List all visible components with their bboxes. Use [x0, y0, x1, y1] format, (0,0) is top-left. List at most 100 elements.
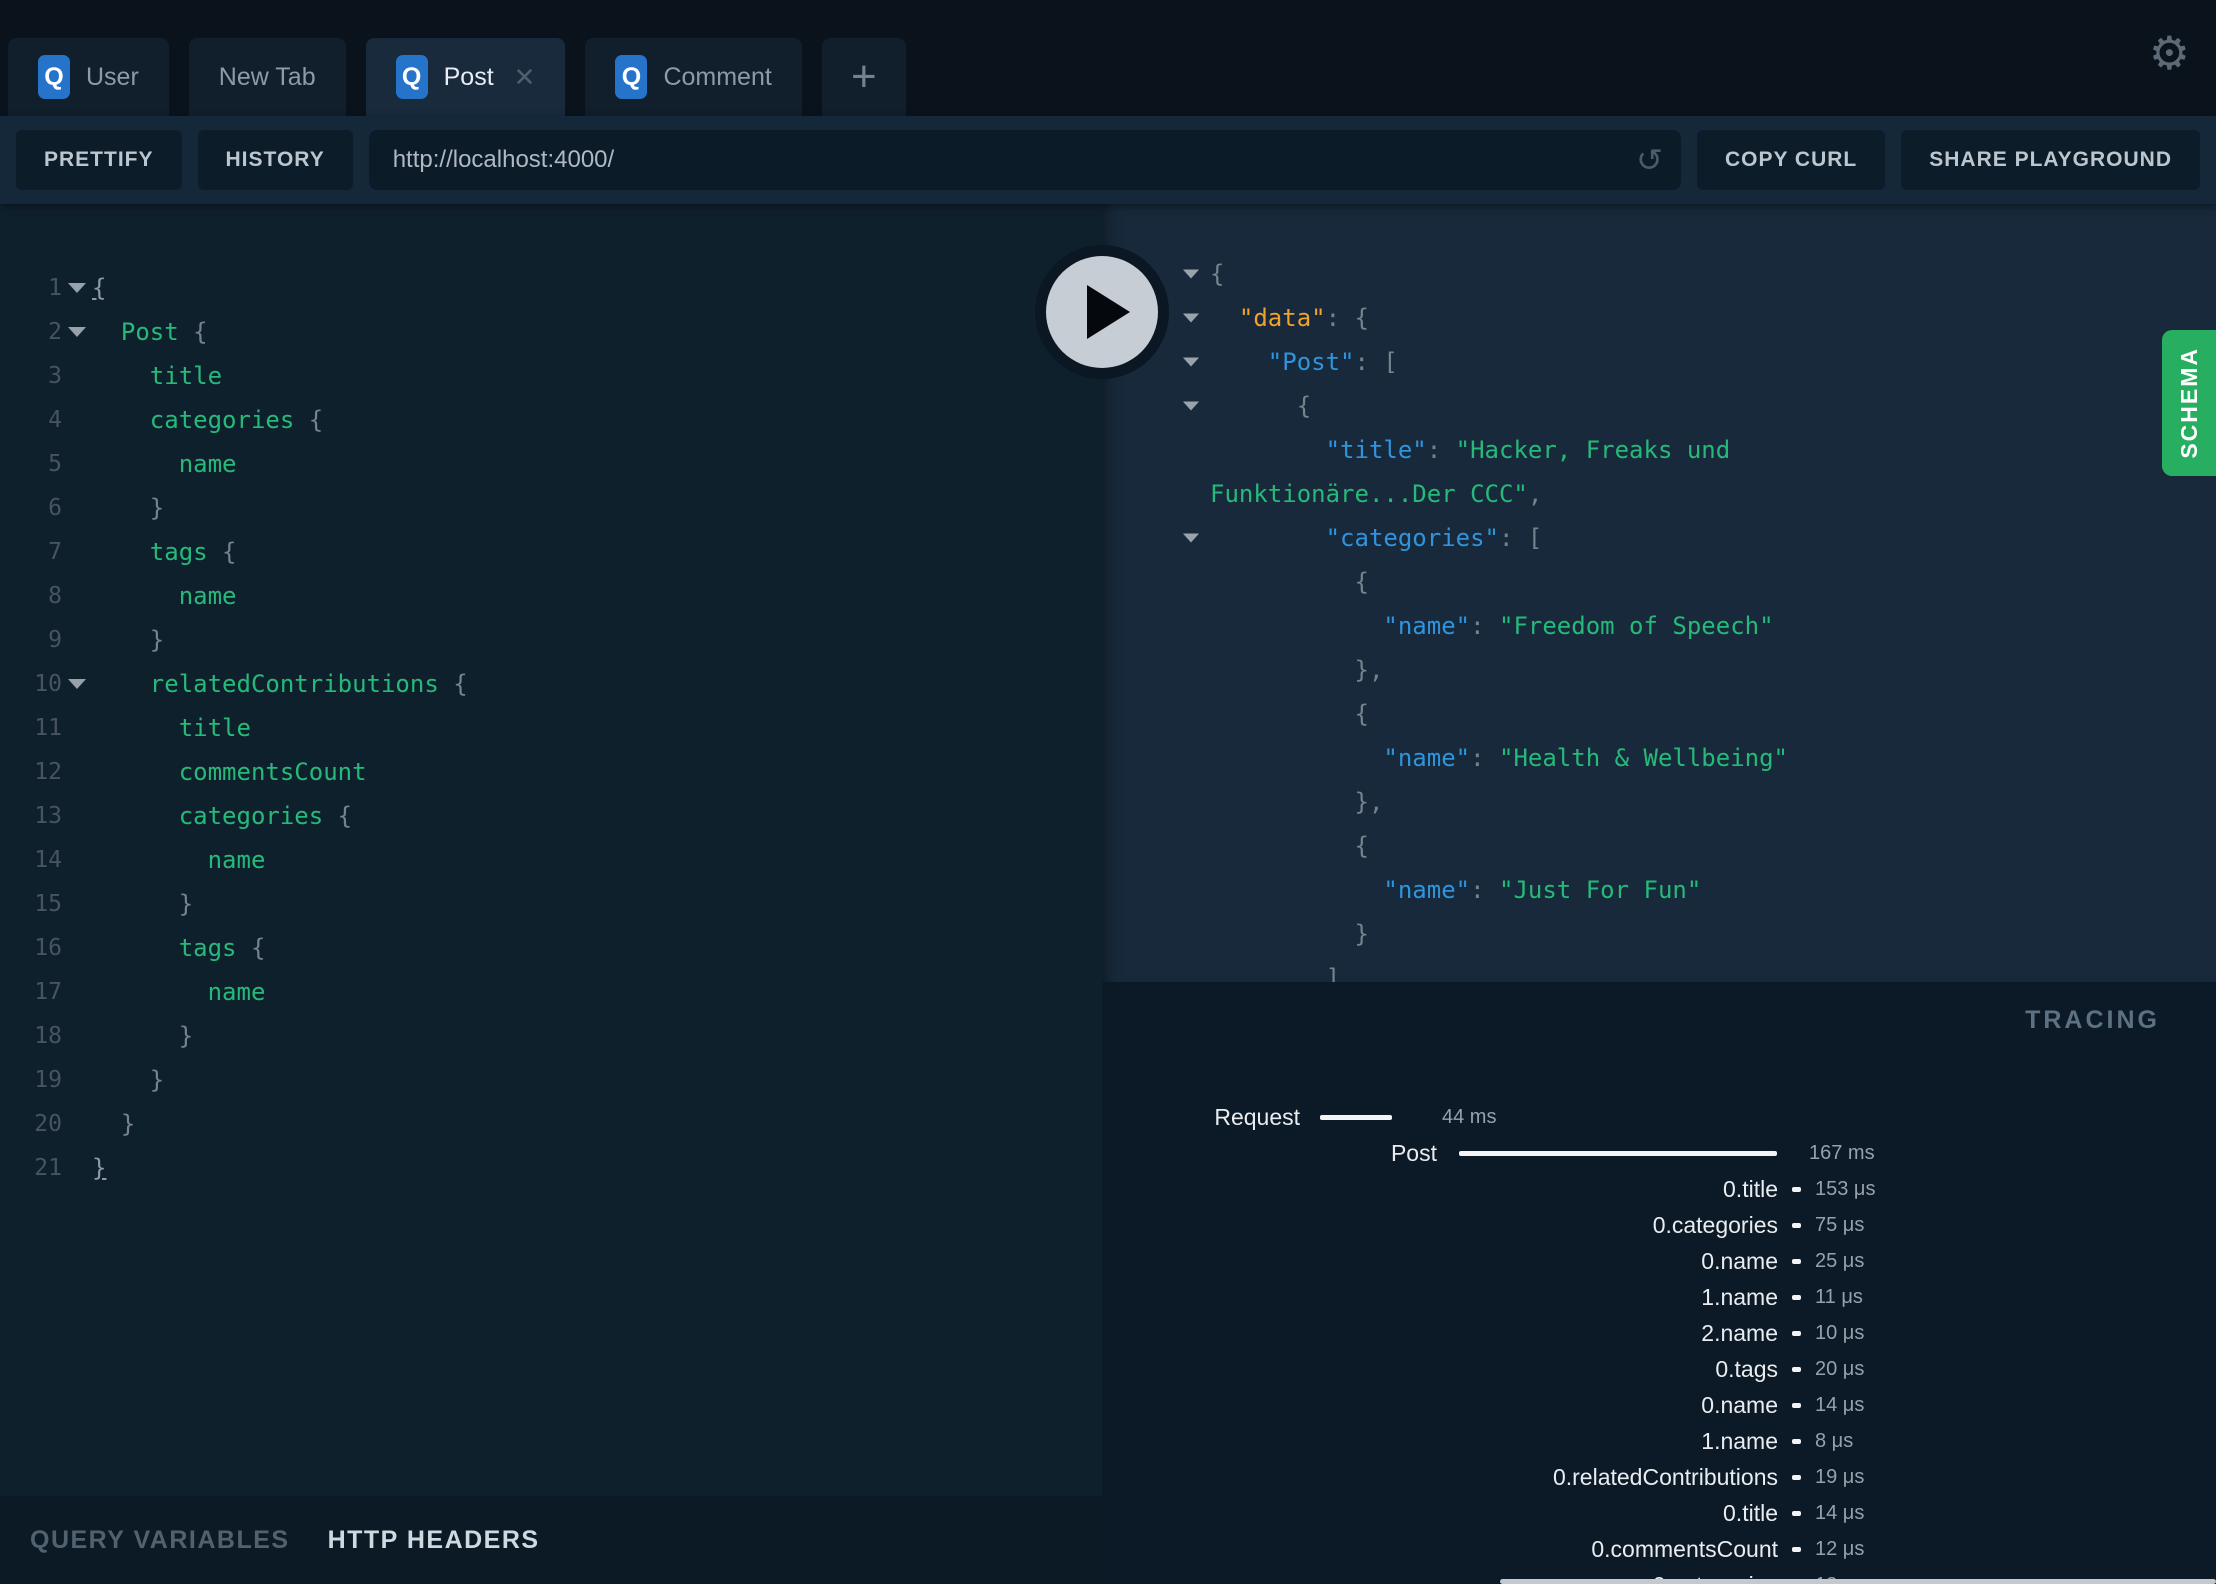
collapse-arrow-icon[interactable] — [1102, 401, 1210, 411]
line-number: 19 — [34, 1067, 62, 1093]
tab-post[interactable]: Q Post ✕ — [365, 38, 566, 116]
editor-line[interactable]: 6 } — [0, 486, 1102, 530]
response-rows: { "data": { "Post": [ { "title": "Hacker… — [1102, 252, 2216, 982]
editor-line[interactable]: 10 relatedContributions { — [0, 662, 1102, 706]
settings-gear-icon[interactable]: ⚙ — [2149, 30, 2190, 76]
history-button[interactable]: HISTORY — [197, 130, 353, 190]
tracing-duration-bar — [1792, 1330, 1801, 1336]
endpoint-url-field[interactable]: ↺ — [368, 130, 1681, 190]
tracing-duration-bar — [1792, 1546, 1801, 1552]
tracing-duration-bar — [1792, 1402, 1801, 1408]
tab-new-tab[interactable]: New Tab — [188, 38, 346, 116]
response-line: { — [1210, 568, 1369, 596]
tracing-row: 1.name 8 μs — [1102, 1423, 2216, 1459]
prettify-button[interactable]: PRETTIFY — [16, 130, 182, 190]
line-number: 12 — [34, 759, 62, 785]
line-number: 16 — [34, 935, 62, 961]
share-playground-button[interactable]: SHARE PLAYGROUND — [1901, 130, 2200, 190]
response-line: { — [1102, 384, 2216, 428]
editor-line[interactable]: 1{ — [0, 266, 1102, 310]
editor-line[interactable]: 9 } — [0, 618, 1102, 662]
line-number: 9 — [48, 627, 62, 653]
tab-label: New Tab — [218, 62, 316, 91]
reload-schema-icon[interactable]: ↺ — [1636, 144, 1663, 176]
tab-list: Q User New Tab Q Post ✕ Q Comment + — [8, 38, 906, 116]
editor-line[interactable]: 17 name — [0, 970, 1102, 1014]
close-tab-icon[interactable]: ✕ — [514, 62, 536, 93]
query-badge-icon: Q — [615, 55, 648, 99]
editor-line[interactable]: 19 } — [0, 1058, 1102, 1102]
editor-line[interactable]: 2 Post { — [0, 310, 1102, 354]
tab-user[interactable]: Q User — [8, 38, 169, 116]
editor-line[interactable]: 14 name — [0, 838, 1102, 882]
editor-line[interactable]: 11 title — [0, 706, 1102, 750]
tracing-duration-bar — [1792, 1222, 1801, 1228]
tab-comment[interactable]: Q Comment — [585, 38, 802, 116]
response-pane: { "data": { "Post": [ { "title": "Hacker… — [1102, 204, 2216, 982]
fold-arrow-icon[interactable] — [62, 327, 92, 337]
response-line: ] — [1210, 964, 1341, 982]
endpoint-url-input[interactable] — [390, 145, 1637, 175]
tracing-row-value: 14 μs — [1815, 1393, 1865, 1416]
editor-line[interactable]: 7 tags { — [0, 530, 1102, 574]
fold-arrow-icon[interactable] — [62, 283, 92, 293]
fold-arrow-icon[interactable] — [62, 679, 92, 689]
tracing-row-value: 75 μs — [1815, 1213, 1865, 1236]
editor-line[interactable]: 8 name — [0, 574, 1102, 618]
editor-line[interactable]: 12 commentsCount — [0, 750, 1102, 794]
response-line: }, — [1210, 656, 1384, 684]
line-number: 5 — [48, 451, 62, 477]
line-number: 14 — [34, 847, 62, 873]
execute-query-button[interactable] — [1035, 245, 1169, 379]
tracing-scrollbar[interactable] — [1500, 1579, 2216, 1584]
tracing-row: 0.relatedContributions 19 μs — [1102, 1459, 2216, 1495]
editor-lines: 1{2 Post {3 title 4 categories {5 name 6 }… — [0, 266, 1102, 1190]
tab-bar: Q User New Tab Q Post ✕ Q Comment + ⚙ — [0, 0, 2216, 116]
tracing-row: 0.categories 75 μs — [1102, 1207, 2216, 1243]
editor-line[interactable]: 16 tags { — [0, 926, 1102, 970]
line-number: 18 — [34, 1023, 62, 1049]
editor-line[interactable]: 3 title — [0, 354, 1102, 398]
tracing-row-value: 153 μs — [1815, 1177, 1876, 1200]
tracing-row: Post 167 ms — [1102, 1135, 2216, 1171]
tracing-row-label: 1.name — [1701, 1283, 1778, 1310]
query-variables-tab[interactable]: QUERY VARIABLES — [30, 1526, 290, 1555]
editor-line[interactable]: 18 } — [0, 1014, 1102, 1058]
editor-line[interactable]: 13 categories { — [0, 794, 1102, 838]
tracing-row-label: 0.categories — [1652, 1211, 1778, 1238]
tracing-row: 2.name 10 μs — [1102, 1315, 2216, 1351]
editor-line[interactable]: 21} — [0, 1146, 1102, 1190]
line-number: 7 — [48, 539, 62, 565]
tracing-duration-bar — [1792, 1186, 1801, 1192]
copy-curl-button[interactable]: COPY CURL — [1696, 130, 1886, 190]
tracing-duration-bar — [1792, 1474, 1801, 1480]
tracing-row-value: 11 μs — [1815, 1285, 1863, 1308]
tracing-row-label: 0.name — [1701, 1391, 1778, 1418]
line-number: 15 — [34, 891, 62, 917]
collapse-arrow-icon[interactable] — [1102, 533, 1210, 543]
tracing-row: 0.commentsCount 12 μs — [1102, 1531, 2216, 1567]
editor-line[interactable]: 4 categories { — [0, 398, 1102, 442]
line-number: 4 — [48, 407, 62, 433]
query-badge-icon: Q — [38, 55, 70, 99]
editor-line[interactable]: 20 } — [0, 1102, 1102, 1146]
editor-line[interactable]: 5 name — [0, 442, 1102, 486]
schema-side-tab[interactable]: SCHEMA — [2162, 330, 2216, 476]
tracing-row-value: 20 μs — [1815, 1357, 1865, 1380]
response-line: } — [1210, 920, 1369, 948]
editor-bottom-bar: QUERY VARIABLES HTTP HEADERS — [0, 1496, 1102, 1584]
tracing-row-value: 12 μs — [1815, 1537, 1865, 1560]
tracing-duration-bar — [1792, 1258, 1801, 1264]
tracing-duration-bar — [1792, 1294, 1801, 1300]
response-line: Funktionäre...Der CCC", — [1210, 480, 1543, 508]
response-line: { — [1210, 700, 1369, 728]
editor-line[interactable]: 15 } — [0, 882, 1102, 926]
response-line: { — [1210, 832, 1369, 860]
tracing-row-label: Request — [1214, 1103, 1300, 1130]
response-line: "name": "Health & Wellbeing" — [1383, 744, 1788, 772]
http-headers-tab[interactable]: HTTP HEADERS — [328, 1526, 540, 1555]
tracing-row-label: 0.title — [1723, 1175, 1778, 1202]
line-number: 10 — [34, 671, 62, 697]
new-tab-button[interactable]: + — [821, 38, 906, 116]
query-editor-pane[interactable]: 1{2 Post {3 title 4 categories {5 name 6 }… — [0, 204, 1102, 1496]
